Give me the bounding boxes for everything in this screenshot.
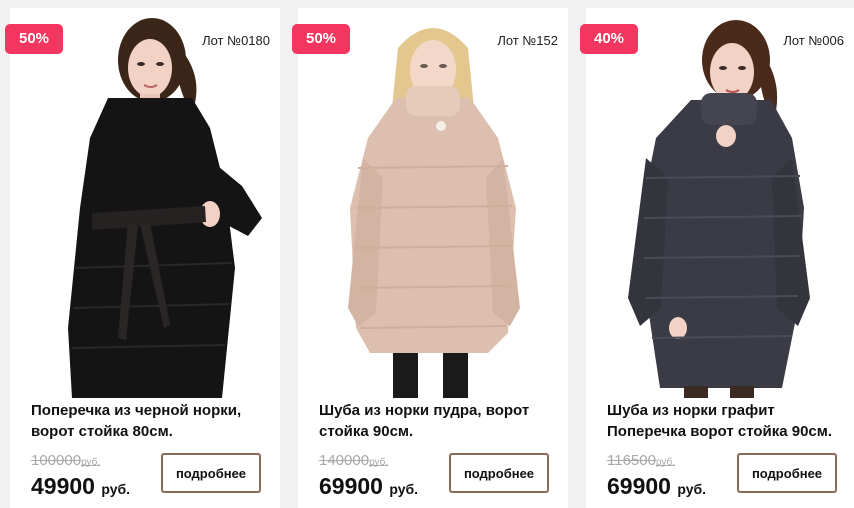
new-price-value: 69900 <box>607 473 671 499</box>
product-title[interactable]: Шуба из норки пудра, ворот стойка 90см. <box>319 400 559 442</box>
product-card[interactable]: 50% Лот №152 Шуба из норки пудра, ворот … <box>292 8 568 508</box>
lot-number: Лот №006 <box>783 33 844 48</box>
price-block: 116500руб. 69900 руб. <box>607 452 706 503</box>
old-price: 100000руб. <box>31 452 130 472</box>
price-block: 100000руб. 49900 руб. <box>31 452 130 503</box>
product-photo[interactable] <box>10 8 280 398</box>
new-price-currency: руб. <box>389 481 419 497</box>
product-title[interactable]: Шуба из норки графит Поперечка ворот сто… <box>607 400 847 442</box>
product-photo[interactable] <box>586 8 854 398</box>
new-price-currency: руб. <box>101 481 131 497</box>
product-card[interactable]: 50% Лот №0180 Поперечка из черной норки,… <box>5 8 280 508</box>
new-price-currency: руб. <box>677 481 707 497</box>
product-grid: 50% Лот №0180 Поперечка из черной норки,… <box>0 0 854 508</box>
old-price-value: 140000 <box>319 452 370 469</box>
old-price-value: 116500 <box>607 452 656 469</box>
lot-number: Лот №0180 <box>202 33 270 48</box>
discount-badge: 50% <box>292 24 350 54</box>
old-price-currency: руб. <box>369 457 389 468</box>
new-price-value: 49900 <box>31 473 95 499</box>
lot-number: Лот №152 <box>497 33 558 48</box>
old-price-currency: руб. <box>81 457 101 468</box>
details-button[interactable]: подробнее <box>161 453 261 493</box>
new-price: 49900 руб. <box>31 472 130 503</box>
old-price-currency: руб. <box>655 457 676 468</box>
product-photo[interactable] <box>298 8 568 398</box>
product-title[interactable]: Поперечка из черной норки, ворот стойка … <box>31 400 271 442</box>
new-price: 69900 руб. <box>319 472 418 503</box>
details-button[interactable]: подробнее <box>737 453 837 493</box>
product-card[interactable]: 40% Лот №006 Шуба из норки графит Попере… <box>580 8 854 508</box>
discount-badge: 50% <box>5 24 63 54</box>
old-price: 140000руб. <box>319 452 418 472</box>
old-price: 116500руб. <box>607 452 706 472</box>
old-price-value: 100000 <box>31 452 82 469</box>
details-button[interactable]: подробнее <box>449 453 549 493</box>
price-block: 140000руб. 69900 руб. <box>319 452 418 503</box>
new-price-value: 69900 <box>319 473 383 499</box>
discount-badge: 40% <box>580 24 638 54</box>
new-price: 69900 руб. <box>607 472 706 503</box>
